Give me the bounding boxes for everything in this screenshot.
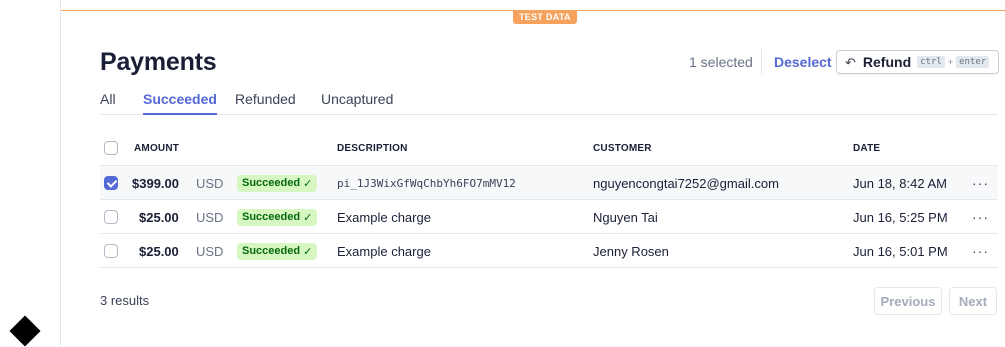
payments-table: AMOUNT DESCRIPTION CUSTOMER DATE $399.00… — [100, 132, 998, 268]
row-checkbox[interactable] — [104, 176, 118, 190]
status-badge: Succeeded ✓ — [237, 242, 318, 260]
test-data-badge: TEST DATA — [513, 10, 577, 24]
tab-all[interactable]: All — [100, 91, 116, 107]
check-icon: ✓ — [303, 211, 313, 224]
currency: USD — [196, 243, 224, 259]
results-count: 3 results — [100, 293, 150, 308]
status-label: Succeeded — [242, 211, 301, 223]
check-icon: ✓ — [303, 245, 313, 258]
status-badge: Succeeded ✓ — [237, 208, 318, 226]
table-row[interactable]: $25.00 USD Succeeded ✓ Example charge Jen… — [100, 234, 998, 268]
date: Jun 16, 5:01 PM — [853, 243, 948, 259]
header-date: DATE — [853, 142, 881, 154]
description: pi_1J3WixGfWqChbYh6FO7mMV12 — [337, 176, 516, 190]
toolbar-divider — [761, 49, 762, 75]
header-description: DESCRIPTION — [337, 142, 408, 154]
amount: $25.00 — [139, 209, 179, 225]
status-tabs: All Succeeded Refunded Uncaptured — [100, 91, 998, 115]
date: Jun 18, 8:42 AM — [853, 175, 947, 191]
status-label: Succeeded — [242, 245, 301, 257]
undo-arrow-icon: ↶ — [845, 54, 856, 70]
amount: $25.00 — [139, 243, 179, 259]
shortcut-key-ctrl: ctrl — [917, 56, 945, 68]
customer: Jenny Rosen — [593, 243, 669, 259]
tab-refunded[interactable]: Refunded — [235, 91, 296, 107]
refund-label: Refund — [862, 54, 912, 70]
deselect-button[interactable]: Deselect — [774, 54, 832, 70]
description: Example charge — [337, 209, 431, 225]
currency: USD — [196, 175, 224, 191]
main-panel: TEST DATA Payments 1 selected Deselect ↶… — [60, 0, 1005, 347]
table-row[interactable]: $25.00 USD Succeeded ✓ Example charge Ngu… — [100, 200, 998, 234]
row-checkbox[interactable] — [104, 244, 118, 258]
header-customer: CUSTOMER — [593, 142, 652, 154]
select-all-checkbox[interactable] — [104, 141, 118, 155]
diamond-icon — [9, 315, 41, 347]
description: Example charge — [337, 243, 431, 259]
tab-uncaptured[interactable]: Uncaptured — [321, 91, 393, 107]
more-actions-icon[interactable]: ··· — [972, 200, 989, 234]
status-label: Succeeded — [242, 177, 301, 189]
row-checkbox[interactable] — [104, 210, 118, 224]
table-row[interactable]: $399.00 USD Succeeded ✓ pi_1J3WixGfWqChbY… — [100, 166, 998, 200]
customer: Nguyen Tai — [593, 209, 658, 225]
header-amount: AMOUNT — [134, 142, 180, 154]
next-button[interactable]: Next — [949, 287, 997, 315]
check-icon: ✓ — [303, 177, 313, 190]
selected-count: 1 selected — [689, 54, 753, 70]
amount: $399.00 — [132, 175, 179, 191]
status-badge: Succeeded ✓ — [237, 174, 318, 192]
customer: nguyencongtai7252@gmail.com — [593, 175, 779, 191]
tab-succeeded[interactable]: Succeeded — [143, 91, 217, 115]
page-title: Payments — [100, 48, 217, 76]
table-header: AMOUNT DESCRIPTION CUSTOMER DATE — [100, 132, 998, 166]
shortcut-key-enter: enter — [956, 56, 990, 68]
shortcut-plus: + — [947, 57, 954, 67]
more-actions-icon[interactable]: ··· — [972, 234, 989, 268]
currency: USD — [196, 209, 224, 225]
more-actions-icon[interactable]: ··· — [972, 166, 989, 200]
refund-button[interactable]: ↶ Refund ctrl + enter — [836, 50, 999, 74]
date: Jun 16, 5:25 PM — [853, 209, 948, 225]
previous-button[interactable]: Previous — [874, 287, 942, 315]
